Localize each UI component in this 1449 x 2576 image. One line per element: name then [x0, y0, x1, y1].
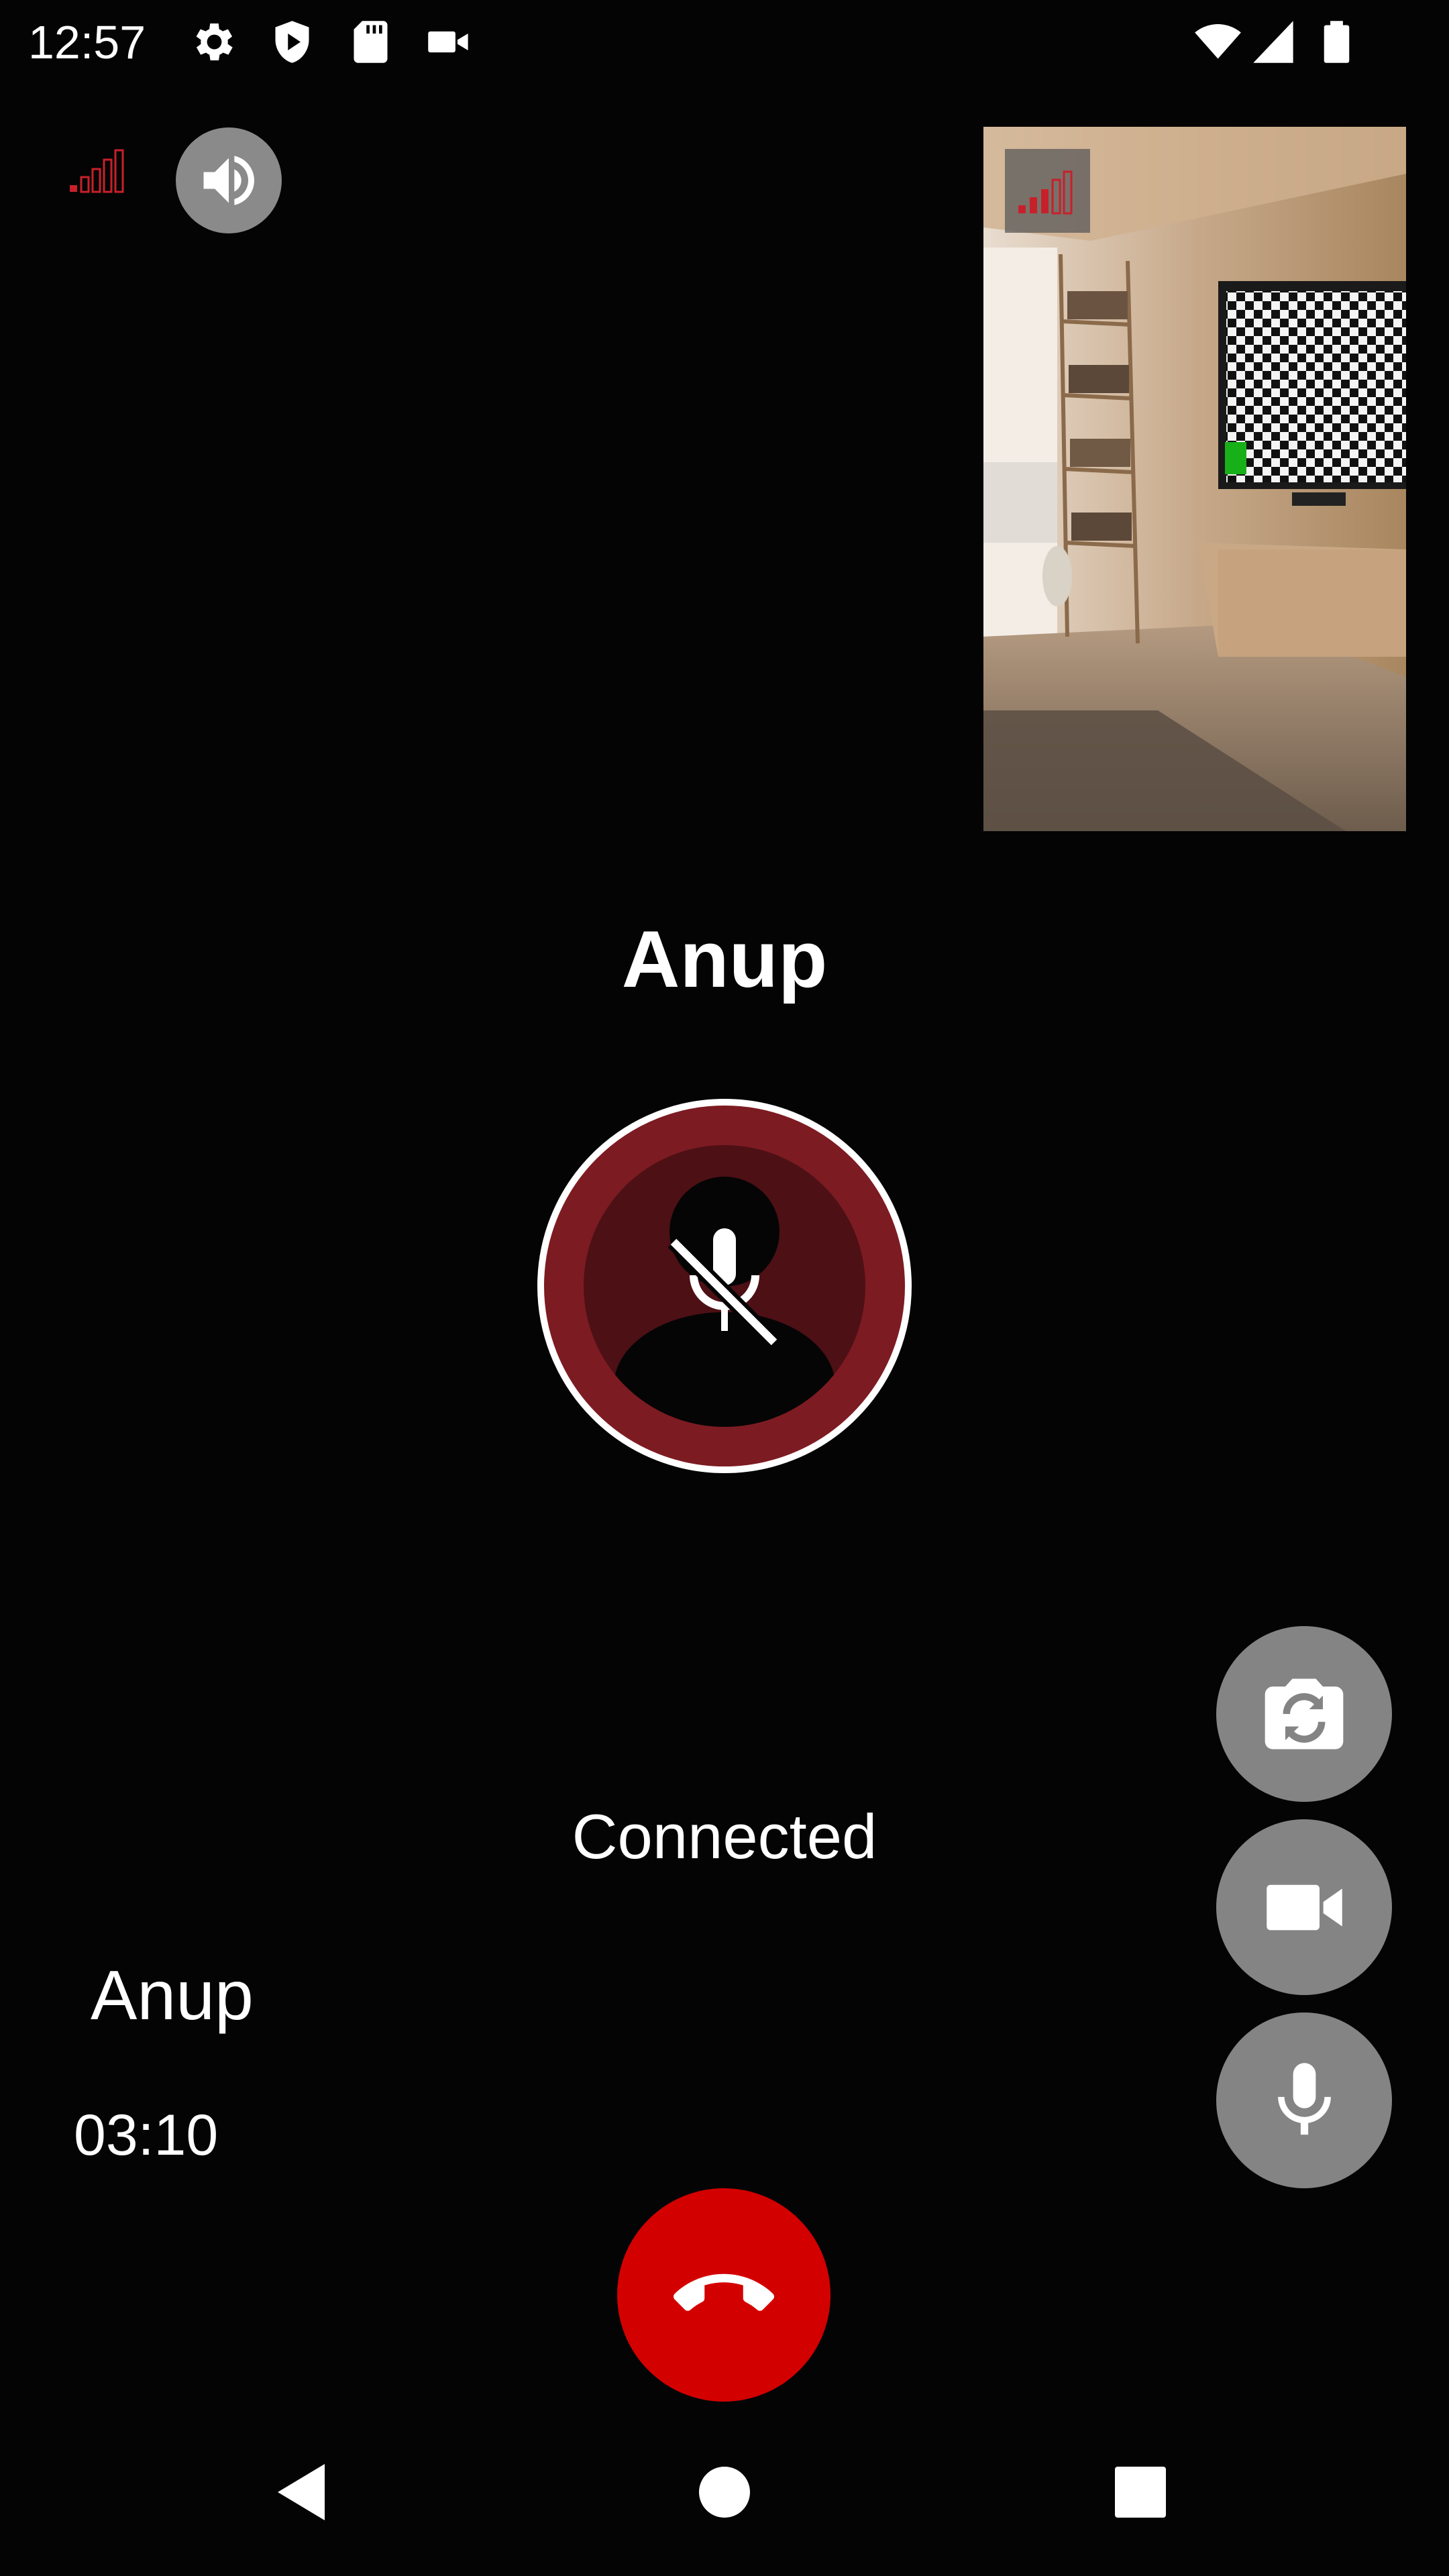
- call-duration: 03:10: [74, 2103, 219, 2167]
- caller-name: Anup: [621, 914, 828, 1004]
- cellular-signal-icon: [1249, 17, 1299, 67]
- caller-avatar: [536, 1097, 913, 1474]
- camera-switch-icon: [1265, 1678, 1344, 1750]
- speaker-button[interactable]: [176, 127, 282, 233]
- video-toggle-button[interactable]: [1216, 1819, 1392, 1995]
- shield-play-icon: [267, 17, 317, 67]
- remote-name-label: Anup: [91, 1957, 254, 2035]
- switch-camera-button[interactable]: [1216, 1626, 1392, 1802]
- volume-up-icon: [203, 156, 254, 205]
- status-bar-time: 12:57: [28, 16, 146, 68]
- microphone-button[interactable]: [1216, 2012, 1392, 2188]
- battery-icon: [1311, 17, 1362, 67]
- end-call-button[interactable]: [617, 2188, 830, 2402]
- settings-icon: [189, 17, 239, 67]
- home-circle-icon: [699, 2467, 750, 2518]
- nav-home-button[interactable]: [684, 2452, 765, 2532]
- back-triangle-icon: [278, 2464, 325, 2520]
- signal-strength-icon: [67, 146, 131, 193]
- nav-recents-button[interactable]: [1100, 2452, 1181, 2532]
- wifi-icon: [1193, 17, 1243, 67]
- recents-square-icon: [1115, 2467, 1166, 2518]
- self-signal-strength-icon: [1005, 149, 1090, 233]
- video-camera-icon: [424, 17, 474, 67]
- nav-back-button[interactable]: [263, 2452, 343, 2532]
- video-call-screen: { "status_bar": { "time": "12:57", "left…: [0, 0, 1449, 2576]
- sd-card-icon: [345, 17, 396, 67]
- video-camera-icon: [1266, 1884, 1342, 1930]
- hang-up-icon: [674, 2273, 774, 2311]
- microphone-icon: [1277, 2062, 1331, 2135]
